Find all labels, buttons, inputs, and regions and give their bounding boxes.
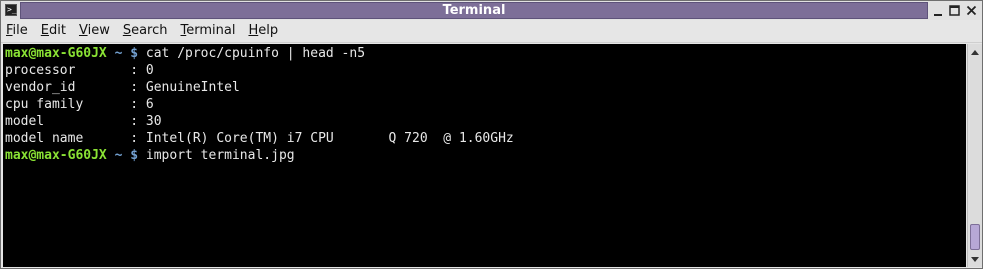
terminal-line: model name : Intel(R) Core(TM) i7 CPU Q …: [5, 131, 514, 146]
terminal-window: >_ Terminal File Edit View Search Termin…: [0, 0, 983, 269]
minimize-icon: [933, 13, 942, 16]
prompt-path: ~ $: [106, 148, 139, 163]
menu-edit[interactable]: Edit: [41, 22, 66, 40]
menu-help[interactable]: Help: [248, 22, 278, 40]
terminal-output[interactable]: max@max-G60JX ~ $ cat /proc/cpuinfo | he…: [3, 44, 966, 267]
terminal-line: max@max-G60JX ~ $ import terminal.jpg: [5, 147, 966, 164]
menu-terminal[interactable]: Terminal: [181, 22, 236, 40]
window-controls: [931, 2, 978, 19]
menu-search[interactable]: Search: [123, 22, 168, 40]
window-title: Terminal: [442, 3, 506, 18]
vertical-scrollbar[interactable]: [967, 44, 982, 267]
terminal-app-icon[interactable]: >_: [5, 4, 17, 16]
close-icon: [966, 5, 977, 16]
menu-bar: File Edit View Search Terminal Help: [1, 20, 982, 43]
terminal-line: vendor_id : GenuineIntel: [5, 80, 240, 95]
terminal-line: max@max-G60JX ~ $ cat /proc/cpuinfo | he…: [5, 45, 966, 62]
terminal-line: processor : 0: [5, 63, 154, 78]
scroll-down-button[interactable]: [968, 253, 982, 266]
minimize-button[interactable]: [931, 3, 944, 18]
scrollbar-thumb[interactable]: [970, 224, 980, 250]
command-text: import terminal.jpg: [138, 148, 295, 163]
scroll-up-button[interactable]: [968, 45, 982, 58]
command-text: cat /proc/cpuinfo | head -n5: [138, 46, 366, 61]
prompt-user: max@max-G60JX: [5, 148, 107, 163]
terminal-line: model : 30: [5, 114, 162, 129]
title-strip[interactable]: Terminal: [20, 2, 928, 19]
terminal-line: cpu family : 6: [5, 97, 154, 112]
down-arrow-icon: [971, 256, 979, 262]
close-button[interactable]: [965, 3, 978, 18]
menu-file[interactable]: File: [6, 22, 28, 40]
title-bar[interactable]: >_ Terminal: [1, 1, 982, 20]
prompt-path: ~ $: [106, 46, 139, 61]
maximize-button[interactable]: [948, 3, 961, 18]
prompt-user: max@max-G60JX: [5, 46, 107, 61]
maximize-icon: [949, 5, 960, 16]
up-arrow-icon: [971, 49, 979, 55]
menu-view[interactable]: View: [79, 22, 110, 40]
